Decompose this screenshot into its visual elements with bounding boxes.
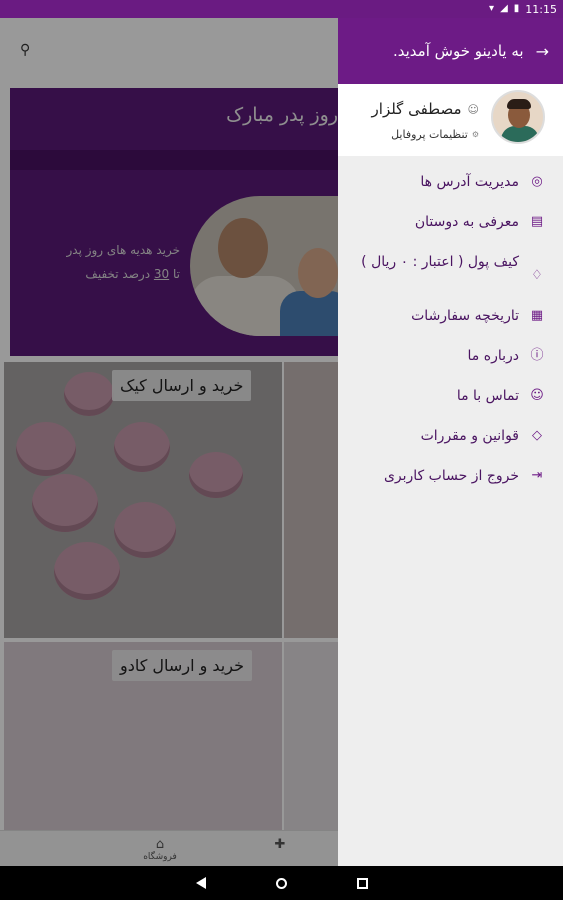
menu-item-invite-friends[interactable]: ▤ معرفی به دوستان — [338, 202, 563, 242]
home-icon[interactable] — [275, 877, 287, 889]
profile-settings-link[interactable]: ⚙ تنظیمات پروفایل — [391, 128, 479, 141]
location-icon: ◎ — [531, 174, 543, 189]
system-nav-bar — [0, 866, 563, 900]
menu-item-label: کیف پول ( اعتبار : ۰ ریال ) — [361, 254, 519, 270]
info-icon: ⓘ — [530, 348, 544, 363]
menu-item-label: خروج از حساب کاربری — [383, 468, 519, 484]
menu-item-addresses[interactable]: ◎ مدیریت آدرس ها — [338, 162, 563, 202]
app-screen: ▾ ◢ ▮ 11:15 ⚲ روز پدر مبارک خرید هدیه ها… — [0, 0, 563, 900]
contact-icon: ☺ — [530, 388, 544, 403]
menu-item-label: تماس با ما — [456, 388, 519, 404]
menu-item-label: درباره ما — [467, 348, 519, 364]
profile-name-row: ☺ مصطفی گلزار — [372, 100, 479, 118]
menu-item-label: قوانین و مقررات — [420, 428, 519, 444]
wallet-icon: ♢ — [531, 268, 543, 283]
battery-icon: ▮ — [513, 3, 520, 14]
history-icon: ▦ — [530, 308, 544, 323]
navigation-drawer: → به یادینو خوش آمدید. ☺ مصطفی گلزار ⚙ ت… — [338, 18, 563, 866]
drawer-menu: ◎ مدیریت آدرس ها ▤ معرفی به دوستان ♢ کیف… — [338, 156, 563, 496]
menu-item-rules[interactable]: ◇ قوانین و مقررات — [338, 416, 563, 456]
status-time: 11:15 — [525, 2, 557, 16]
menu-item-contact[interactable]: ☺ تماس با ما — [338, 376, 563, 416]
logout-icon: ⇥ — [531, 468, 543, 483]
drawer-title: به یادینو خوش آمدید. — [392, 42, 524, 60]
menu-item-label: معرفی به دوستان — [414, 214, 519, 230]
arrow-right-icon[interactable]: → — [536, 42, 549, 61]
menu-item-label: تاریخچه سفارشات — [411, 308, 519, 324]
menu-item-label: مدیریت آدرس ها — [420, 174, 519, 190]
menu-item-about[interactable]: ⓘ درباره ما — [338, 336, 563, 376]
share-icon: ▤ — [530, 214, 544, 229]
menu-item-order-history[interactable]: ▦ تاریخچه سفارشات — [338, 296, 563, 336]
signal-icon: ◢ — [500, 3, 508, 14]
profile-name: مصطفی گلزار — [371, 100, 462, 118]
profile-settings-label: تنظیمات پروفایل — [391, 128, 468, 141]
menu-item-logout[interactable]: ⇥ خروج از حساب کاربری — [338, 456, 563, 496]
menu-item-wallet[interactable]: ♢ کیف پول ( اعتبار : ۰ ریال ) — [338, 242, 563, 296]
recent-apps-icon[interactable] — [356, 877, 368, 889]
gear-icon: ⚙ — [471, 130, 479, 139]
avatar[interactable] — [491, 90, 545, 144]
drawer-header: → به یادینو خوش آمدید. — [338, 18, 563, 84]
profile-section[interactable]: ☺ مصطفی گلزار ⚙ تنظیمات پروفایل — [338, 84, 563, 156]
user-icon: ☺ — [467, 102, 479, 116]
wifi-icon: ▾ — [489, 3, 495, 14]
status-bar: ▾ ◢ ▮ 11:15 — [0, 0, 563, 18]
back-icon[interactable] — [195, 877, 206, 889]
rules-icon: ◇ — [532, 428, 542, 443]
